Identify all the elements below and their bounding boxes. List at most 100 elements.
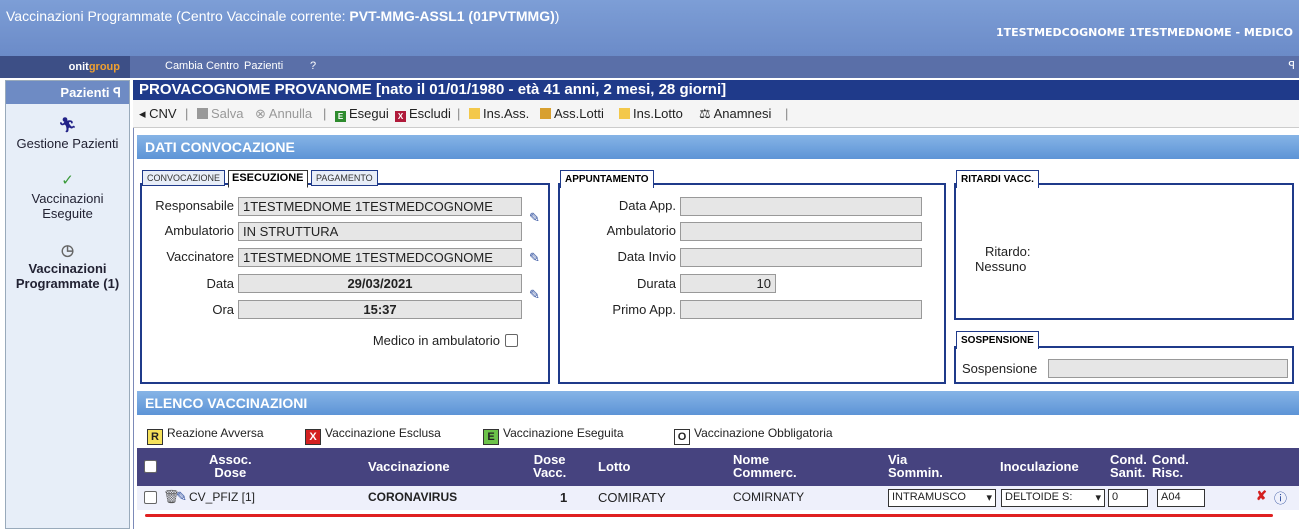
exclude-button[interactable]: X Escludi xyxy=(395,106,451,122)
sidebar-header: Pazienti ꟼ xyxy=(6,81,129,104)
ora-label: Ora xyxy=(212,302,234,317)
doc-star-icon xyxy=(469,108,480,119)
menu-pazienti[interactable]: Pazienti xyxy=(244,60,283,72)
inoculazione-select[interactable]: DELTOIDE S: ▾ xyxy=(1001,489,1105,507)
pin-icon[interactable]: ꟼ xyxy=(1288,59,1295,72)
sidebar-item-vaccinazioni-programmate[interactable]: ◷ Vaccinazioni Programmate (1) xyxy=(6,241,129,291)
remove-x-icon[interactable]: ✘ xyxy=(1256,488,1267,504)
scales-icon: ⚖ xyxy=(699,106,714,121)
primo-app-label: Primo App. xyxy=(612,302,676,317)
edit-pencil-icon[interactable]: ✎ xyxy=(529,210,543,225)
patient-header: PROVACOGNOME PROVANOME [nato il 01/01/19… xyxy=(133,80,1299,100)
onitgroup-logo: onitgroup xyxy=(0,56,130,78)
runner-icon: 🏃︎ xyxy=(57,117,78,134)
row-underline xyxy=(145,514,1273,517)
toolbar: ◂ CNV | Salva ⊗ Annulla | E Esegui X Esclu… xyxy=(133,100,1299,128)
edit-pencil-icon[interactable]: ✎ xyxy=(529,287,543,302)
tab-pagamento[interactable]: PAGAMENTO xyxy=(311,170,378,186)
row-vaccinazione: CORONAVIRUS xyxy=(368,490,458,504)
cancel-circle-icon: ⊗ xyxy=(255,106,269,121)
durata-field[interactable]: 10 xyxy=(680,274,776,293)
legend: R Reazione Avversa X Vaccinazione Esclusa … xyxy=(137,422,1299,446)
title-bar: Vaccinazioni Programmate (Centro Vaccina… xyxy=(0,0,1299,56)
save-button[interactable]: Salva xyxy=(197,106,244,121)
row-dose: 1 xyxy=(560,490,568,505)
sidebar: Pazienti ꟼ 🏃︎ Gestione Pazienti ✓ Vaccin… xyxy=(5,80,130,529)
exclude-x-icon: X xyxy=(395,111,406,122)
execute-button[interactable]: E Esegui xyxy=(335,106,389,122)
sidebar-item-gestione-pazienti[interactable]: 🏃︎ Gestione Pazienti xyxy=(6,116,129,151)
data-app-field[interactable] xyxy=(680,197,922,216)
medico-ambulatorio-label: Medico in ambulatorio xyxy=(372,333,500,348)
ambulatorio-app-label: Ambulatorio xyxy=(606,223,676,238)
user-label: 1TESTMEDCOGNOME 1TESTMEDNOME - MEDICO xyxy=(995,26,1293,39)
col-inoculazione[interactable]: Inoculazione xyxy=(1000,460,1079,473)
menu-help[interactable]: ? xyxy=(310,60,316,72)
row-assoc: CV_PFIZ [1] xyxy=(189,490,256,504)
back-cnv-button[interactable]: ◂ CNV xyxy=(139,106,177,122)
col-cond-risc[interactable]: Cond. Risc. xyxy=(1152,453,1189,479)
row-lotto[interactable]: COMIRATY xyxy=(598,490,666,505)
tab-sospensione: SOSPENSIONE xyxy=(956,331,1039,349)
section-elenco-vaccinazioni: ELENCO VACCINAZIONI xyxy=(137,391,1299,415)
vaccinatore-label: Vaccinatore xyxy=(166,249,234,264)
select-all-checkbox[interactable] xyxy=(144,460,157,473)
via-somministrazione-select[interactable]: INTRAMUSCO ▾ xyxy=(888,489,996,507)
ass-lotti-button[interactable]: Ass.Lotti xyxy=(540,106,604,121)
sospensione-field[interactable] xyxy=(1048,359,1288,378)
sidebar-item-vaccinazioni-eseguite[interactable]: ✓ Vaccinazioni Eseguite xyxy=(6,171,129,221)
chevron-down-icon: ▾ xyxy=(1095,492,1101,504)
col-vaccinazione[interactable]: Vaccinazione xyxy=(368,460,450,473)
sidebar-pin-icon[interactable]: ꟼ xyxy=(113,85,121,100)
tab-convocazione[interactable]: CONVOCAZIONE xyxy=(142,170,226,186)
info-icon[interactable]: ⓘ xyxy=(1274,488,1287,507)
primo-app-field[interactable] xyxy=(680,300,922,319)
legend-vaccinazione-esclusa: X Vaccinazione Esclusa xyxy=(305,426,441,445)
ambulatorio-label: Ambulatorio xyxy=(164,223,234,238)
data-label: Data xyxy=(206,276,234,291)
vaccinatore-field[interactable]: 1TESTMEDNOME 1TESTMEDCOGNOME xyxy=(238,248,522,267)
syringe-check-icon: ✓ xyxy=(61,172,74,189)
chevron-down-icon: ▾ xyxy=(986,492,992,504)
cancel-button[interactable]: ⊗ Annulla xyxy=(255,106,312,122)
ora-field[interactable]: 15:37 xyxy=(238,300,522,319)
window-title: Vaccinazioni Programmate (Centro Vaccina… xyxy=(6,8,560,24)
cond-sanit-field[interactable]: 0 xyxy=(1108,489,1148,507)
tab-esecuzione[interactable]: ESECUZIONE xyxy=(228,170,308,188)
ins-lotto-button[interactable]: Ins.Lotto xyxy=(619,106,683,121)
durata-label: Durata xyxy=(636,276,676,291)
edit-pencil-icon[interactable]: ✎ xyxy=(176,489,187,505)
legend-vaccinazione-eseguita: E Vaccinazione Eseguita xyxy=(483,426,624,445)
data-invio-field[interactable] xyxy=(680,248,922,267)
medico-ambulatorio-checkbox[interactable] xyxy=(505,334,518,347)
tab-appuntamento: APPUNTAMENTO xyxy=(560,170,654,188)
col-via-sommin[interactable]: Via Sommin. xyxy=(888,453,943,479)
doc-star-icon xyxy=(619,108,630,119)
floppy-icon xyxy=(197,108,208,119)
section-dati-convocazione: DATI CONVOCAZIONE xyxy=(137,135,1299,159)
ambulatorio-app-field[interactable] xyxy=(680,222,922,241)
table-row[interactable]: 🗑︎ ✎ CV_PFIZ [1] CORONAVIRUS 1 COMIRATY … xyxy=(137,486,1299,510)
col-cond-sanit[interactable]: Cond. Sanit. xyxy=(1110,453,1147,479)
data-invio-label: Data Invio xyxy=(617,249,676,264)
row-nome-commerc: COMIRNATY xyxy=(733,490,805,504)
ins-ass-button[interactable]: Ins.Ass. xyxy=(469,106,529,121)
legend-reazione-avversa: R Reazione Avversa xyxy=(147,426,264,445)
syringe-clock-icon: ◷ xyxy=(60,242,75,259)
row-checkbox[interactable] xyxy=(144,491,157,504)
responsabile-field[interactable]: 1TESTMEDNOME 1TESTMEDCOGNOME xyxy=(238,197,522,216)
col-nome-commerc[interactable]: Nome Commerc. xyxy=(733,453,797,479)
edit-pencil-icon[interactable]: ✎ xyxy=(529,250,543,265)
cond-risc-field[interactable]: A04 xyxy=(1157,489,1205,507)
ambulatorio-field[interactable]: IN STRUTTURA xyxy=(238,222,522,241)
lots-icon xyxy=(540,108,551,119)
menu-bar: onitgroup Cambia Centro Pazienti ? ꟼ xyxy=(0,56,1299,78)
col-assoc-dose[interactable]: Assoc. Dose xyxy=(209,453,252,479)
col-lotto[interactable]: Lotto xyxy=(598,460,630,473)
sospensione-label: Sospensione xyxy=(962,361,1038,376)
data-field[interactable]: 29/03/2021 xyxy=(238,274,522,293)
anamnesi-button[interactable]: ⚖ Anamnesi xyxy=(699,106,771,122)
menu-cambia-centro[interactable]: Cambia Centro xyxy=(165,60,239,72)
data-app-label: Data App. xyxy=(618,198,676,213)
col-dose-vacc[interactable]: Dose Vacc. xyxy=(533,453,566,479)
